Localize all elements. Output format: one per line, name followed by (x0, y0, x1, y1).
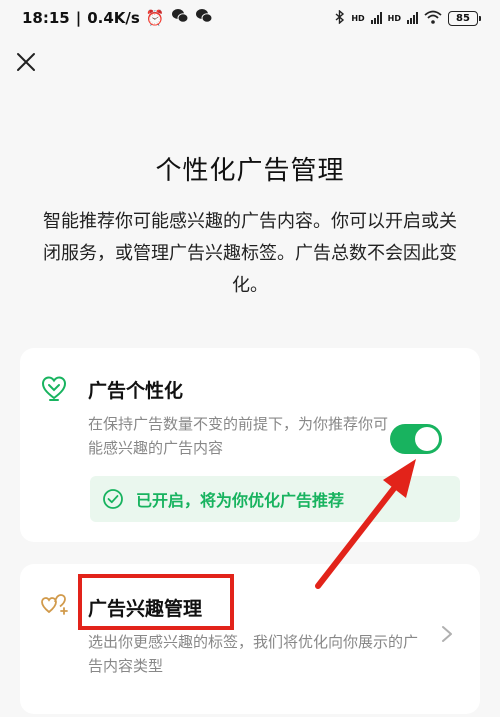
toggle-knob (415, 427, 439, 451)
signal-2-hd-label: HD (387, 13, 401, 23)
status-time: 18:15 (22, 9, 70, 27)
wechat-icon (171, 8, 189, 28)
personalization-title: 广告个性化 (88, 380, 184, 402)
chevron-right-icon[interactable] (440, 624, 454, 644)
personalization-toggle[interactable] (390, 424, 442, 454)
check-circle-icon (103, 489, 123, 509)
wechat-icon-2 (195, 8, 213, 28)
hearts-add-icon (41, 594, 68, 615)
close-icon (17, 53, 35, 71)
status-speed: 0.4K/s (87, 9, 140, 27)
page-title: 个性化广告管理 (155, 156, 345, 186)
signal-1-icon (370, 12, 382, 24)
battery-icon: 85 (448, 10, 481, 26)
signal-2-icon (407, 12, 418, 24)
close-button[interactable] (12, 48, 40, 76)
bluetooth-icon (335, 8, 345, 27)
wifi-icon (424, 10, 442, 27)
alarm-icon: ⏰ (145, 9, 165, 27)
personalization-description: 在保持广告数量不变的前提下，为你推荐你可能感兴趣的广告内容 (88, 415, 389, 457)
personalization-status-box: 已开启，将为你优化广告推荐 (90, 476, 460, 522)
status-right: HD HD 85 (335, 8, 481, 27)
interest-management-description: 选出你更感兴趣的标签，我们将优化向你展示的广告内容类型 (88, 633, 419, 675)
page-description: 智能推荐你可能感兴趣的广告内容。你可以开启或关闭服务，或管理广告兴趣标签。广告总… (43, 211, 457, 296)
status-left: 18:15 | 0.4K/s ⏰ (22, 8, 213, 28)
signal-1-hd-label: HD (351, 13, 365, 23)
heart-location-icon (41, 376, 67, 401)
annotation-highlight-box (78, 574, 234, 630)
battery-level: 85 (456, 12, 470, 24)
status-separator: | (75, 9, 82, 27)
status-bar: 18:15 | 0.4K/s ⏰ HD HD 85 (0, 0, 500, 36)
personalization-status-text: 已开启，将为你优化广告推荐 (136, 491, 345, 510)
